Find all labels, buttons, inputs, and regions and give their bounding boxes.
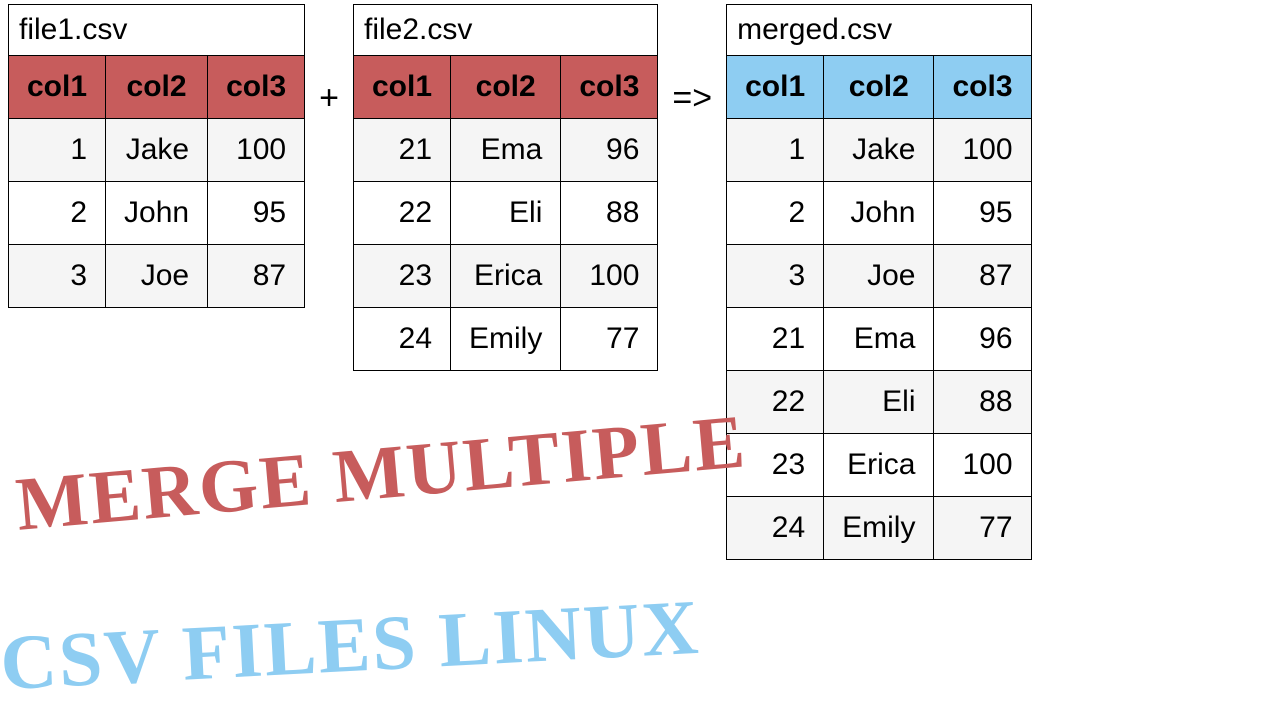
table-cell: 95 (208, 182, 305, 245)
table-cell: 87 (208, 245, 305, 308)
table-cell: John (106, 182, 208, 245)
column-header: col1 (727, 56, 824, 119)
table-file1: file1.csvcol1col2col31Jake1002John953Joe… (8, 4, 305, 308)
table-cell: 100 (561, 245, 658, 308)
table-cell: 21 (727, 308, 824, 371)
caption-line2: CSV FILES LINUX (0, 582, 702, 709)
table-cell: 96 (934, 308, 1031, 371)
table-row: 2John95 (727, 182, 1031, 245)
table-row: 21Ema96 (353, 119, 657, 182)
plus-operator: + (305, 79, 353, 118)
table-cell: 87 (934, 245, 1031, 308)
table-cell: 23 (353, 245, 450, 308)
table-cell: 96 (561, 119, 658, 182)
column-header: col2 (824, 56, 934, 119)
column-header: col3 (561, 56, 658, 119)
table-cell: 1 (9, 119, 106, 182)
table-cell: 2 (9, 182, 106, 245)
table-cell: 77 (934, 497, 1031, 560)
table-cell: 22 (353, 182, 450, 245)
arrow-operator: => (658, 79, 726, 118)
table-cell: Ema (451, 119, 561, 182)
column-header: col2 (451, 56, 561, 119)
table-cell: 3 (9, 245, 106, 308)
table-cell: 24 (353, 308, 450, 371)
table-row: 1Jake100 (9, 119, 305, 182)
column-header: col3 (208, 56, 305, 119)
table-row: 24Emily77 (727, 497, 1031, 560)
column-header: col2 (106, 56, 208, 119)
table-row: 22Eli88 (353, 182, 657, 245)
table-cell: Erica (824, 434, 934, 497)
table-merged: merged.csvcol1col2col31Jake1002John953Jo… (726, 4, 1031, 560)
column-header: col1 (9, 56, 106, 119)
table-cell: 100 (934, 119, 1031, 182)
table-cell: 1 (727, 119, 824, 182)
table-cell: Joe (106, 245, 208, 308)
table-row: 1Jake100 (727, 119, 1031, 182)
table-cell: 100 (934, 434, 1031, 497)
table-cell: Eli (451, 182, 561, 245)
table-cell: 100 (208, 119, 305, 182)
table-title: merged.csv (727, 5, 1031, 56)
table-cell: 95 (934, 182, 1031, 245)
column-header: col3 (934, 56, 1031, 119)
table-cell: 88 (561, 182, 658, 245)
table-cell: Emily (824, 497, 934, 560)
table-cell: John (824, 182, 934, 245)
table-row: 3Joe87 (727, 245, 1031, 308)
table-cell: 3 (727, 245, 824, 308)
table-row: 2John95 (9, 182, 305, 245)
table-title: file2.csv (353, 5, 657, 56)
table-cell: 77 (561, 308, 658, 371)
table-cell: Erica (451, 245, 561, 308)
column-header: col1 (353, 56, 450, 119)
table-cell: Eli (824, 371, 934, 434)
table-row: 23Erica100 (353, 245, 657, 308)
table-cell: 2 (727, 182, 824, 245)
table-cell: Jake (824, 119, 934, 182)
table-cell: Ema (824, 308, 934, 371)
table-row: 22Eli88 (727, 371, 1031, 434)
table-row: 3Joe87 (9, 245, 305, 308)
table-cell: 21 (353, 119, 450, 182)
table-title: file1.csv (9, 5, 305, 56)
table-cell: 88 (934, 371, 1031, 434)
table-file2: file2.csvcol1col2col321Ema9622Eli8823Eri… (353, 4, 658, 371)
table-cell: Jake (106, 119, 208, 182)
table-cell: Joe (824, 245, 934, 308)
table-row: 21Ema96 (727, 308, 1031, 371)
table-row: 24Emily77 (353, 308, 657, 371)
table-row: 23Erica100 (727, 434, 1031, 497)
table-cell: Emily (451, 308, 561, 371)
table-cell: 24 (727, 497, 824, 560)
